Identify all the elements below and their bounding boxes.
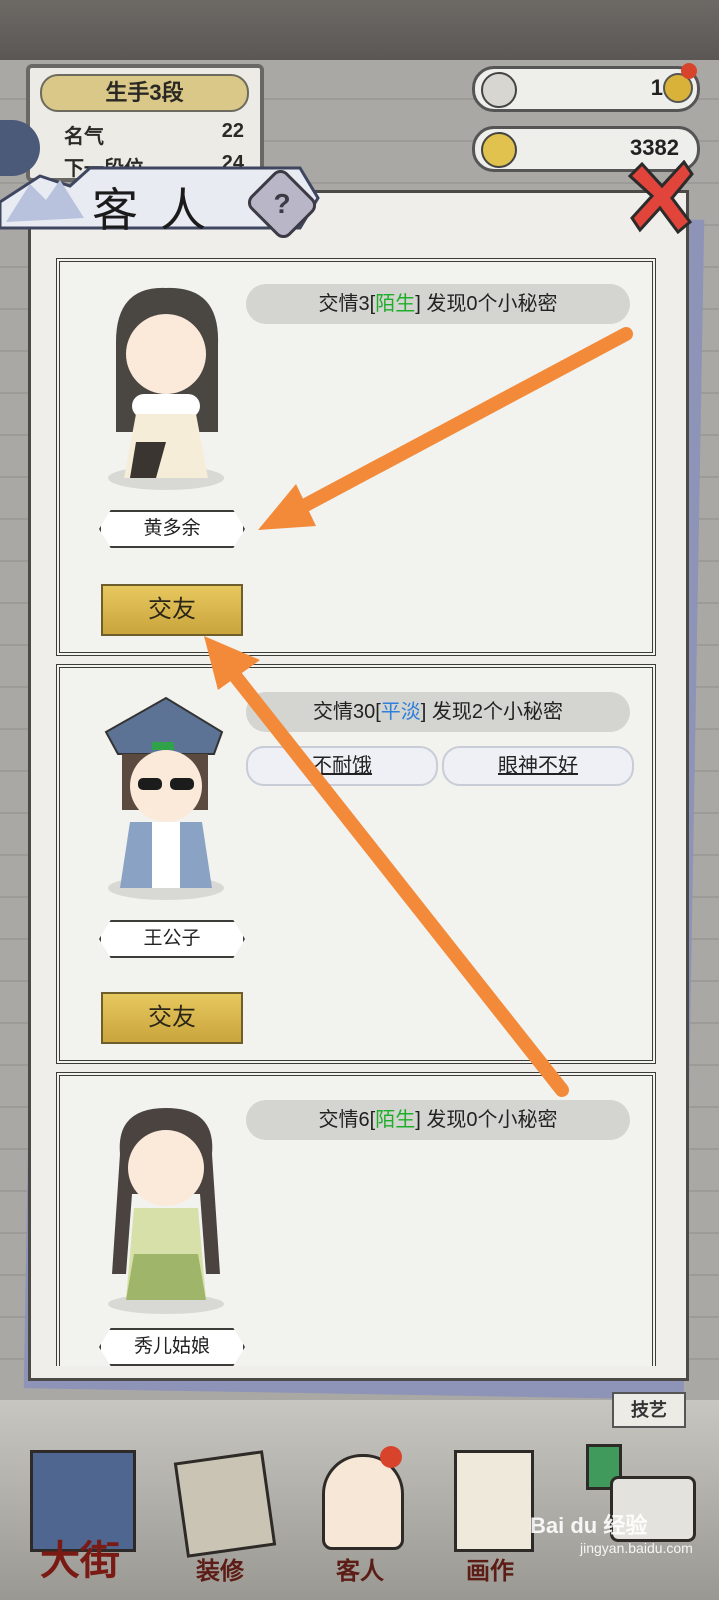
scroll-painting-icon [454, 1450, 534, 1552]
rank-title: 生手3段 [40, 74, 249, 112]
guest-name: 黄多余 [99, 510, 245, 548]
coin-icon [481, 132, 517, 168]
close-button[interactable] [628, 160, 694, 234]
guest-card: 交情30[平淡] 发现2个小秘密 不耐饿 眼神不好 王公子 交友 [56, 664, 656, 1064]
guest-avatar[interactable] [96, 282, 236, 492]
scroll-currency[interactable]: 1 [472, 63, 700, 112]
relation-status: 陌生 [375, 1109, 416, 1131]
guests-label: 客人 [336, 1559, 384, 1585]
secret-tag[interactable]: 不耐饿 [246, 746, 438, 786]
relation-prefix: 交情30[ [312, 701, 381, 723]
relation-suffix: ] 发现0个小秘密 [415, 293, 558, 315]
notification-dot [681, 63, 697, 79]
decor-label: 装修 [196, 1559, 244, 1585]
guest-name: 王公子 [99, 920, 245, 958]
guest-avatar[interactable] [96, 692, 236, 902]
relation-bar: 交情30[平淡] 发现2个小秘密 [246, 692, 630, 732]
scroll-count: 1 [650, 75, 663, 100]
guest-name: 秀儿姑娘 [99, 1328, 245, 1366]
relation-status: 平淡 [380, 701, 421, 723]
fame-label: 名气 [64, 126, 104, 148]
guests-tab[interactable]: 客人 [300, 1440, 420, 1590]
panel-title: 客人 [92, 185, 228, 236]
street-tab[interactable]: 大街 [20, 1440, 140, 1590]
relation-bar: 交情6[陌生] 发现0个小秘密 [246, 1100, 630, 1140]
befriend-button[interactable]: 交友 [101, 584, 243, 636]
top-beam [0, 0, 719, 66]
question-icon: ? [273, 188, 291, 219]
guest-card: 交情3[陌生] 发现0个小秘密 黄多余 交友 [56, 258, 656, 656]
relation-bar: 交情3[陌生] 发现0个小秘密 [246, 284, 630, 324]
guest-avatar[interactable] [96, 1104, 236, 1314]
fame-row: 名气 22 [64, 120, 244, 149]
swirl-icon [481, 72, 517, 108]
befriend-button[interactable]: 交友 [101, 992, 243, 1044]
skills-tab[interactable]: 技艺 [612, 1392, 686, 1428]
relation-suffix: ] 发现0个小秘密 [415, 1109, 558, 1131]
fame-value: 22 [221, 120, 244, 142]
watermark-brand: Bai du 经验 [530, 1513, 648, 1538]
street-label: 大街 [40, 1538, 120, 1583]
painting-label: 画作 [466, 1559, 514, 1585]
secret-tag[interactable]: 眼神不好 [442, 746, 634, 786]
notification-dot [380, 1446, 402, 1468]
guest-icon [322, 1454, 404, 1550]
blueprint-icon [173, 1450, 277, 1558]
relation-prefix: 交情6[ [318, 1109, 376, 1131]
relation-status: 陌生 [375, 293, 416, 315]
relation-suffix: ] 发现2个小秘密 [420, 701, 564, 723]
coin-count: 3382 [630, 135, 679, 160]
guest-card: 交情6[陌生] 发现0个小秘密 秀儿姑娘 [56, 1072, 656, 1366]
watermark-url: jingyan.baidu.com [580, 1540, 693, 1556]
decor-tab[interactable]: 装修 [160, 1440, 280, 1590]
relation-prefix: 交情3[ [318, 293, 376, 315]
